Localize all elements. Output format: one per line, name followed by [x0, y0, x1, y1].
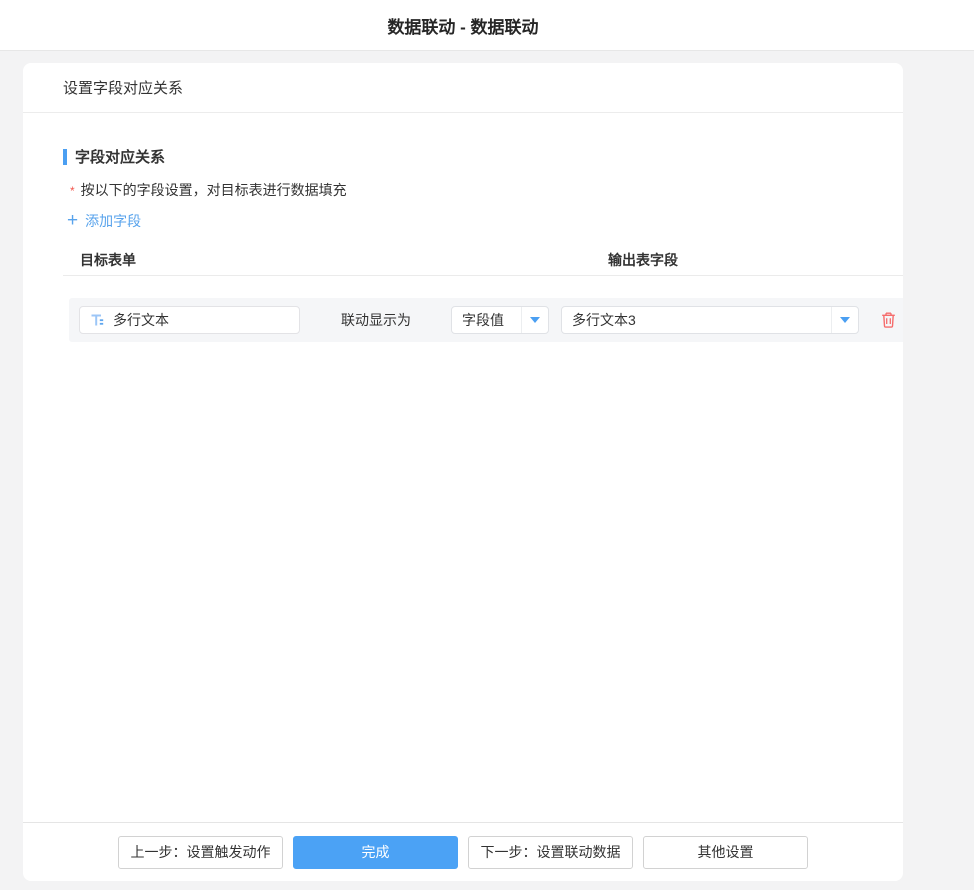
card-header-title: 设置字段对应关系 — [63, 77, 183, 98]
mapping-row: 多行文本 联动显示为 字段值 多行文本3 — [69, 298, 903, 342]
output-field-caret-segment[interactable] — [831, 307, 858, 333]
other-settings-button[interactable]: 其他设置 — [643, 836, 808, 869]
settings-card: 设置字段对应关系 字段对应关系 * 按以下的字段设置，对目标表进行数据填充 + … — [23, 63, 903, 881]
caret-down-icon — [840, 317, 850, 323]
required-asterisk: * — [70, 184, 75, 198]
card-header: 设置字段对应关系 — [23, 63, 903, 113]
output-field-value: 多行文本3 — [562, 307, 831, 333]
output-field-select[interactable]: 多行文本3 — [561, 306, 859, 334]
display-mode-value: 字段值 — [452, 307, 521, 333]
column-header-output-field: 输出表字段 — [608, 250, 678, 270]
plus-icon: + — [67, 214, 78, 228]
caret-down-icon — [530, 317, 540, 323]
section-description-text: 按以下的字段设置，对目标表进行数据填充 — [81, 180, 347, 200]
top-title-bar: 数据联动 - 数据联动 — [0, 0, 974, 51]
prev-step-button[interactable]: 上一步：设置触发动作 — [118, 836, 283, 869]
section-accent-bar — [63, 149, 67, 165]
trash-icon — [880, 311, 897, 329]
section-description: * 按以下的字段设置，对目标表进行数据填充 — [63, 180, 883, 200]
display-mode-select[interactable]: 字段值 — [451, 306, 549, 334]
footer-action-bar: 上一步：设置触发动作 完成 下一步：设置联动数据 其他设置 — [23, 822, 903, 881]
add-field-button[interactable]: + 添加字段 — [63, 211, 141, 231]
column-header-target-form: 目标表单 — [80, 250, 136, 270]
target-field-value: 多行文本 — [113, 310, 169, 330]
add-field-label: 添加字段 — [85, 211, 141, 231]
relation-label: 联动显示为 — [341, 310, 411, 330]
delete-row-button[interactable] — [877, 309, 899, 331]
finish-button[interactable]: 完成 — [293, 836, 458, 869]
section-title-label: 字段对应关系 — [75, 146, 165, 167]
multiline-text-icon — [89, 312, 105, 328]
section-title: 字段对应关系 — [63, 146, 883, 167]
mapping-table-header: 目标表单 输出表字段 — [63, 250, 903, 276]
target-field-input[interactable]: 多行文本 — [79, 306, 300, 334]
next-step-button[interactable]: 下一步：设置联动数据 — [468, 836, 633, 869]
display-mode-caret-segment[interactable] — [521, 307, 548, 333]
page-title: 数据联动 - 数据联动 — [387, 13, 538, 38]
card-body: 字段对应关系 * 按以下的字段设置，对目标表进行数据填充 + 添加字段 目标表单… — [23, 113, 903, 822]
